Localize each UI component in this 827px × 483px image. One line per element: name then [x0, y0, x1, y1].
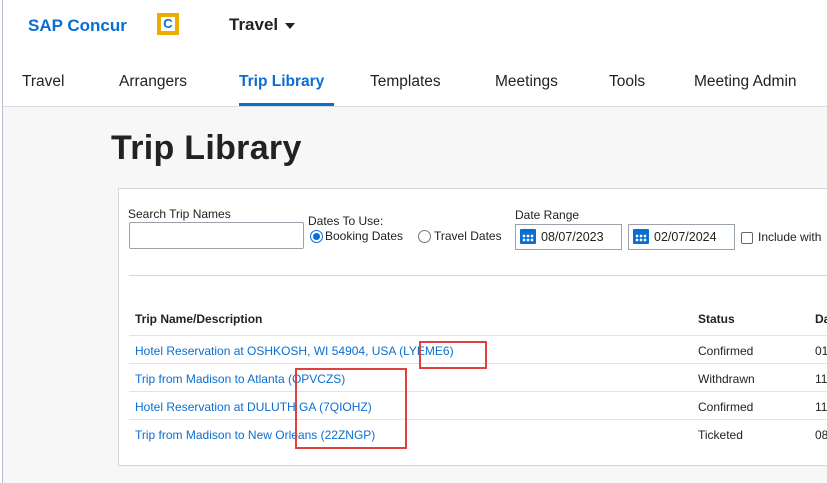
trip-library-panel: Search Trip Names Dates To Use: Booking …	[118, 188, 827, 466]
tab-travel[interactable]: Travel	[22, 73, 65, 91]
tab-meetings[interactable]: Meetings	[495, 73, 558, 91]
module-dropdown[interactable]: Travel	[229, 15, 296, 35]
header-rule	[129, 335, 827, 336]
date-range-label: Date Range	[515, 208, 580, 222]
trip-link[interactable]: Hotel Reservation at OSHKOSH, WI 54904, …	[135, 344, 454, 358]
trip-status: Withdrawn	[698, 372, 755, 386]
concur-logo-icon: C	[157, 13, 179, 35]
search-trip-names-input[interactable]	[129, 222, 304, 249]
chevron-down-icon	[285, 22, 296, 29]
table-row: Hotel Reservation at DULUTH GA (7QIOHZ) …	[129, 397, 827, 418]
brand-name[interactable]: SAP Concur	[28, 16, 127, 36]
module-label: Travel	[229, 15, 279, 34]
page-title: Trip Library	[111, 129, 302, 167]
tab-trip-library[interactable]: Trip Library	[239, 73, 324, 91]
trip-date: 08	[815, 428, 827, 442]
table-row: Trip from Madison to Atlanta (OPVCZS) Wi…	[129, 369, 827, 390]
trip-status: Confirmed	[698, 344, 754, 358]
main-nav: Travel Arrangers Trip Library Templates …	[3, 56, 827, 106]
trip-date: 01	[815, 344, 827, 358]
include-checkbox[interactable]	[741, 232, 753, 244]
tab-templates[interactable]: Templates	[370, 73, 441, 91]
end-date-value: 02/07/2024	[654, 230, 717, 244]
booking-dates-label[interactable]: Booking Dates	[325, 229, 403, 243]
table-row: Trip from Madison to New Orleans (22ZNGP…	[129, 425, 827, 446]
tab-arrangers[interactable]: Arrangers	[119, 73, 187, 91]
search-label: Search Trip Names	[128, 207, 231, 221]
row-rule	[129, 391, 827, 392]
filter-divider	[129, 275, 827, 276]
calendar-icon[interactable]	[520, 229, 536, 244]
top-bar: SAP Concur C Travel	[3, 0, 827, 56]
end-date-field[interactable]: 02/07/2024	[628, 224, 735, 250]
start-date-field[interactable]: 08/07/2023	[515, 224, 622, 250]
row-rule	[129, 419, 827, 420]
app-window: SAP Concur C Travel Travel Arrangers Tri…	[2, 0, 827, 483]
column-header-date[interactable]: Da	[815, 312, 827, 326]
tab-tools[interactable]: Tools	[609, 73, 645, 91]
trip-status: Confirmed	[698, 400, 754, 414]
travel-dates-label[interactable]: Travel Dates	[434, 229, 502, 243]
column-header-trip-name[interactable]: Trip Name/Description	[135, 312, 262, 326]
start-date-value: 08/07/2023	[541, 230, 604, 244]
trip-status: Ticketed	[698, 428, 743, 442]
tab-meeting-admin[interactable]: Meeting Admin	[694, 73, 797, 91]
calendar-icon[interactable]	[633, 229, 649, 244]
booking-dates-radio[interactable]	[310, 230, 323, 243]
highlight-box-codes	[295, 368, 407, 449]
trip-date: 11	[815, 400, 827, 414]
trip-date: 11	[815, 372, 827, 386]
travel-dates-radio[interactable]	[418, 230, 431, 243]
logo-glyph: C	[161, 17, 175, 31]
highlight-box-lyeme6	[419, 341, 487, 369]
dates-to-use-label: Dates To Use:	[308, 214, 384, 228]
include-label: Include with	[758, 230, 822, 244]
column-header-status[interactable]: Status	[698, 312, 735, 326]
